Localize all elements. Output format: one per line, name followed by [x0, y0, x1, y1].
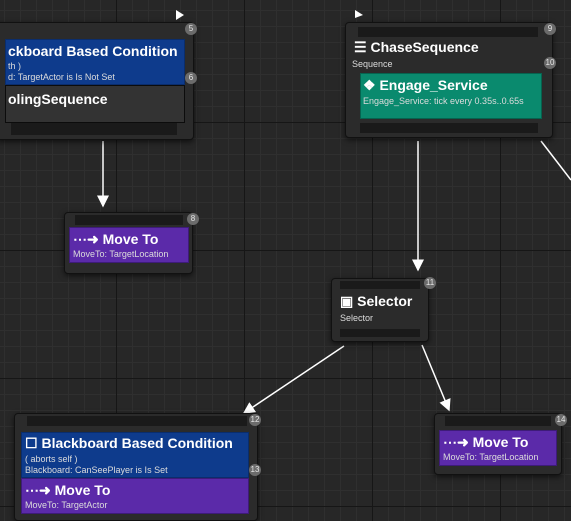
- node-move-to-left[interactable]: 8 ⋯➜ Move To MoveTo: TargetLocation: [64, 212, 199, 274]
- input-pin[interactable]: [358, 27, 538, 37]
- move-to-icon: ⋯➜: [73, 231, 99, 247]
- sequence-icon: ☰: [354, 39, 367, 55]
- decorator-subtitle-1: ( aborts self ): [25, 454, 78, 464]
- input-pin[interactable]: [27, 416, 247, 426]
- task-title-text: Move To: [102, 231, 159, 247]
- decorator-blackboard-condition[interactable]: ckboard Based Condition th ) d: TargetAc…: [5, 39, 185, 85]
- node-index-badge: 12: [249, 414, 261, 426]
- wire-top-arrow-mid: [355, 10, 363, 18]
- service-subtitle: Engage_Service: tick every 0.35s..0.65s: [363, 96, 524, 106]
- decorator-blackboard-condition[interactable]: ☐ Blackboard Based Condition ( aborts se…: [21, 432, 249, 478]
- task-title: ⋯➜ Move To: [25, 482, 110, 499]
- service-title-text: Engage_Service: [379, 77, 488, 93]
- task-subtitle: MoveTo: TargetLocation: [73, 249, 169, 259]
- decorator-subtitle-2: d: TargetActor is Is Not Set: [8, 72, 115, 82]
- task-move-to[interactable]: ⋯➜ Move To MoveTo: TargetLocation: [69, 227, 189, 263]
- wire-selector-to-moveto-right: [421, 344, 451, 412]
- service-engage[interactable]: ❖ Engage_Service Engage_Service: tick ev…: [360, 73, 542, 119]
- task-subtitle: MoveTo: TargetActor: [25, 500, 108, 510]
- node-subtitle: Selector: [340, 313, 374, 323]
- decorator-index-badge: 13: [249, 464, 261, 476]
- node-selector[interactable]: 11 ▣ Selector Selector: [331, 277, 436, 342]
- node-title-text: Selector: [357, 293, 413, 309]
- task-title: ⋯➜ Move To: [73, 231, 158, 248]
- task-move-to[interactable]: ⋯➜ Move To MoveTo: TargetActor: [21, 478, 249, 514]
- blackboard-icon: ☐: [25, 435, 38, 451]
- node-move-to-right[interactable]: 14 ⋯➜ Move To MoveTo: TargetLocation: [434, 413, 567, 475]
- node-top-left[interactable]: 5 ckboard Based Condition th ) d: Target…: [0, 22, 197, 140]
- decorator-title: ☐ Blackboard Based Condition: [25, 435, 233, 452]
- node-title: ☰ ChaseSequence: [354, 39, 479, 56]
- task-subtitle: MoveTo: TargetLocation: [443, 452, 539, 462]
- node-title-text: ChaseSequence: [370, 39, 479, 55]
- wire-selector-to-bottomleft: [242, 345, 345, 414]
- node-bottom-left[interactable]: 12 ☐ Blackboard Based Condition ( aborts…: [14, 413, 261, 521]
- composite-title: olingSequence: [8, 91, 108, 107]
- decorator-subtitle-1: th ): [8, 61, 22, 71]
- decorator-title-text: Blackboard Based Condition: [41, 435, 233, 451]
- node-title: ▣ Selector: [340, 293, 412, 310]
- output-pin[interactable]: [11, 123, 177, 135]
- move-to-icon: ⋯➜: [443, 434, 469, 450]
- input-pin[interactable]: [75, 215, 183, 225]
- task-title-text: Move To: [472, 434, 529, 450]
- move-to-icon: ⋯➜: [25, 482, 51, 498]
- service-index-badge: 10: [544, 57, 556, 69]
- task-title: ⋯➜ Move To: [443, 434, 528, 451]
- decorator-subtitle-2: Blackboard: CanSeePlayer is Is Set: [25, 465, 168, 475]
- node-index-badge: 5: [185, 23, 197, 35]
- selector-icon: ▣: [340, 293, 354, 309]
- service-icon: ❖: [363, 77, 376, 93]
- service-title: ❖ Engage_Service: [363, 77, 488, 94]
- output-pin[interactable]: [340, 329, 420, 337]
- decorator-title: ckboard Based Condition: [8, 43, 178, 59]
- input-pin[interactable]: [340, 281, 420, 289]
- node-chase-sequence[interactable]: 9 ☰ ChaseSequence Sequence 10 ❖ Engage_S…: [345, 22, 556, 138]
- node-index-badge: 14: [555, 414, 567, 426]
- output-pin[interactable]: [360, 123, 538, 133]
- node-index-badge: 9: [544, 23, 556, 35]
- node-subtitle: Sequence: [352, 59, 393, 69]
- node-index-badge: 8: [187, 213, 199, 225]
- composite-sequence-block[interactable]: olingSequence: [5, 85, 185, 123]
- wire-top-arrow-left: [176, 10, 184, 20]
- wire-chase-to-right: [540, 140, 571, 181]
- decorator-index-badge: 6: [185, 72, 197, 84]
- task-title-text: Move To: [54, 482, 111, 498]
- node-index-badge: 11: [424, 277, 436, 289]
- input-pin[interactable]: [445, 416, 551, 426]
- task-move-to[interactable]: ⋯➜ Move To MoveTo: TargetLocation: [439, 430, 557, 466]
